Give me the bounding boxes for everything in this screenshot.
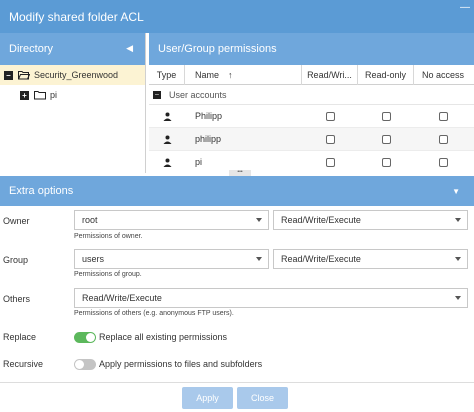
tree-collapse-icon[interactable]: – xyxy=(4,70,13,80)
group-select[interactable]: users xyxy=(74,249,269,269)
user-name: philipp xyxy=(195,134,222,144)
folder-icon xyxy=(34,91,46,100)
sort-ascending-icon: ↑ xyxy=(228,69,233,80)
chevron-down-icon xyxy=(455,218,461,222)
dialog-titlebar: Modify shared folder ACL — xyxy=(0,0,474,33)
tree-expand-icon[interactable]: + xyxy=(20,90,29,100)
replace-toggle[interactable] xyxy=(74,332,96,343)
close-icon[interactable]: — xyxy=(460,2,470,13)
user-icon xyxy=(163,158,171,167)
checkbox-read-write[interactable] xyxy=(325,157,335,167)
extra-options-panel: Extra options ▼ Owner root Read/Write/Ex… xyxy=(0,176,474,412)
table-row[interactable]: pi xyxy=(149,151,474,173)
checkbox-no-access[interactable] xyxy=(438,157,448,167)
column-header-read-write[interactable]: Read/Wri... xyxy=(302,64,358,85)
checkbox-read-write[interactable] xyxy=(325,111,335,121)
extra-options-header[interactable]: Extra options ▼ xyxy=(0,176,474,206)
directory-header: Directory ◀ xyxy=(0,33,145,65)
checkbox-read-write[interactable] xyxy=(325,134,335,144)
others-hint: Permissions of others (e.g. anonymous FT… xyxy=(74,310,234,317)
column-header-name[interactable]: Name ↑ xyxy=(185,64,302,85)
owner-label: Owner xyxy=(3,216,30,226)
toggle-knob xyxy=(86,333,95,342)
permissions-pane: User/Group permissions Type Name ↑ Read/… xyxy=(149,33,474,173)
group-label: User accounts xyxy=(169,89,227,100)
group-hint: Permissions of group. xyxy=(74,271,142,278)
owner-permission-select[interactable]: Read/Write/Execute xyxy=(273,210,468,230)
column-header-type[interactable]: Type xyxy=(149,64,185,85)
tree-item-security-greenwood[interactable]: – Security_Greenwood xyxy=(0,65,145,85)
chevron-down-icon xyxy=(455,296,461,300)
tree-item-label: Security_Greenwood xyxy=(34,70,119,80)
collapse-left-icon[interactable]: ◀ xyxy=(126,43,133,54)
recursive-toggle-label: Apply permissions to files and subfolder… xyxy=(99,359,263,369)
directory-title: Directory xyxy=(9,43,54,55)
checkbox-no-access[interactable] xyxy=(438,134,448,144)
column-header-read-only[interactable]: Read-only xyxy=(358,64,414,85)
permissions-grid-header: Type Name ↑ Read/Wri... Read-only No acc… xyxy=(149,64,474,85)
others-permission-select[interactable]: Read/Write/Execute xyxy=(74,288,468,308)
close-button[interactable]: Close xyxy=(237,387,288,409)
owner-user-select[interactable]: root xyxy=(74,210,269,230)
column-header-no-access[interactable]: No access xyxy=(414,65,472,85)
toggle-knob xyxy=(75,360,84,369)
tree-item-label: pi xyxy=(50,90,58,100)
replace-toggle-label: Replace all existing permissions xyxy=(99,332,228,342)
collapse-down-icon[interactable]: ▼ xyxy=(452,187,460,196)
permissions-header: User/Group permissions xyxy=(149,33,474,65)
apply-button[interactable]: Apply xyxy=(182,387,233,409)
group-collapse-icon[interactable]: – xyxy=(153,90,161,99)
folder-open-icon xyxy=(18,71,30,80)
extra-options-title: Extra options xyxy=(9,185,74,197)
checkbox-read-only[interactable] xyxy=(381,111,391,121)
dialog-title: Modify shared folder ACL xyxy=(9,9,144,24)
table-row[interactable]: Philipp xyxy=(149,105,474,128)
chevron-down-icon xyxy=(256,218,262,222)
user-name: Philipp xyxy=(195,111,223,121)
group-label: Group xyxy=(3,255,29,265)
group-row-user-accounts[interactable]: – User accounts xyxy=(149,85,474,105)
owner-hint: Permissions of owner. xyxy=(74,233,143,240)
checkbox-read-only[interactable] xyxy=(381,157,391,167)
checkbox-no-access[interactable] xyxy=(438,111,448,121)
checkbox-read-only[interactable] xyxy=(381,134,391,144)
permissions-title: User/Group permissions xyxy=(158,43,277,55)
chevron-down-icon xyxy=(256,257,262,261)
user-icon xyxy=(163,135,171,144)
group-permission-select[interactable]: Read/Write/Execute xyxy=(273,249,468,269)
others-label: Others xyxy=(3,294,31,304)
recursive-label: Recursive xyxy=(3,359,44,369)
user-icon xyxy=(163,112,171,121)
chevron-down-icon xyxy=(455,257,461,261)
table-row[interactable]: philipp xyxy=(149,128,474,151)
dialog-footer: Apply Close xyxy=(0,382,474,412)
replace-label: Replace xyxy=(3,332,37,342)
recursive-toggle[interactable] xyxy=(74,359,96,370)
tree-item-pi[interactable]: + pi xyxy=(0,85,145,105)
directory-pane: Directory ◀ – Security_Greenwood + pi xyxy=(0,33,146,173)
